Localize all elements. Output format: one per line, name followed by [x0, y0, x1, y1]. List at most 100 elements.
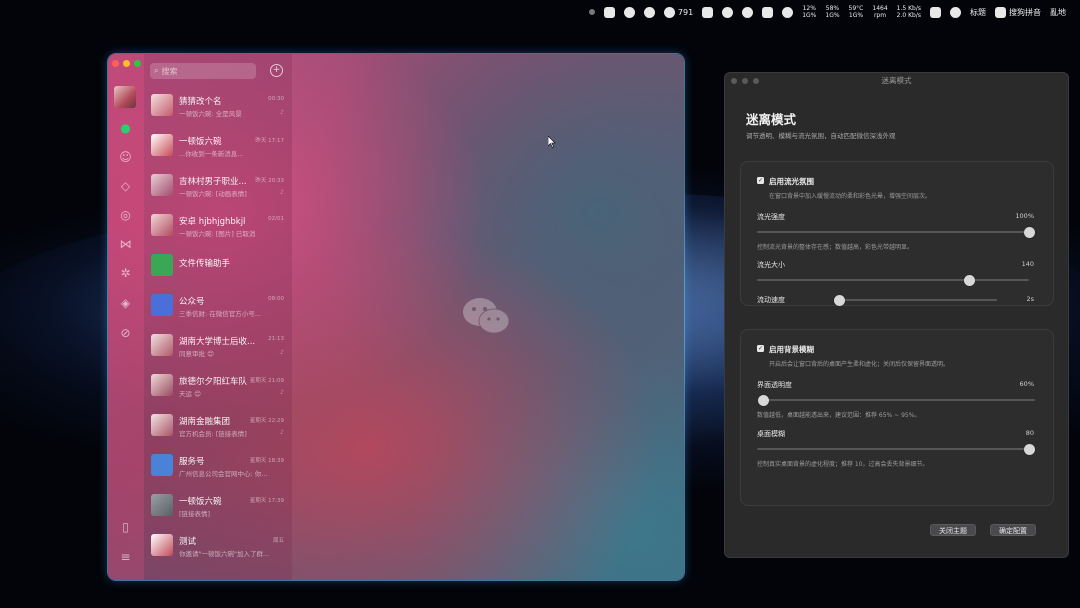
- service-accounts-icon: [151, 454, 173, 476]
- panel-subtitle: 调节透明、模糊与流光氛围，自动匹配微信深浅外观: [746, 132, 896, 140]
- minimize-window-button[interactable]: [123, 60, 130, 67]
- chat-avatar: [151, 134, 173, 156]
- chat-item[interactable]: 湖南金融集团 星期天 22:29 官方机会员: [链接表情] ♪: [144, 406, 292, 446]
- mute-icon: ♪: [280, 389, 284, 396]
- panel-window-controls: [731, 78, 759, 84]
- size-slider-thumb[interactable]: [963, 274, 975, 286]
- mute-icon: ♪: [280, 109, 284, 116]
- blur-section-title: 启用背景模糊: [769, 345, 814, 354]
- size-slider-track[interactable]: [757, 274, 1029, 286]
- dot-icon[interactable]: [588, 9, 595, 15]
- pen-icon[interactable]: [930, 6, 941, 18]
- panel-window-title: 迷离模式: [881, 76, 912, 85]
- play-icon[interactable]: [950, 6, 961, 18]
- size-label: 流光大小: [757, 261, 785, 269]
- enable-blur-checkbox[interactable]: ✓: [757, 345, 764, 352]
- chat-list: ⌕ + 猜猜改个名 00:30 一顿饭六碗: 全是风景 ♪ 一顿饭六碗 昨天 1…: [144, 54, 292, 580]
- chat-avatar: [151, 374, 173, 396]
- w-icon: [663, 6, 675, 18]
- chat-item[interactable]: 一顿饭六碗 星期天 17:39 [链接表情]: [144, 486, 292, 526]
- stat-memory[interactable]: 58% 1G%: [825, 5, 839, 19]
- intensity-desc: 控制流光背景的整体存在感；数值越高，彩色光带越明显。: [757, 244, 914, 251]
- chat-avatar: [151, 414, 173, 436]
- contacts-nav-icon[interactable]: ☺: [119, 151, 132, 164]
- size-value: 140: [1021, 260, 1034, 268]
- close-window-button[interactable]: [112, 60, 119, 67]
- input-method[interactable]: 搜狗拼音: [995, 6, 1041, 18]
- chat-item[interactable]: 公众号 08:00 三季信财: 在微信官方小号...: [144, 286, 292, 326]
- discover-nav-icon[interactable]: ⊘: [119, 327, 132, 340]
- chat-item[interactable]: 吉林村男子职业... 昨天 20:33 一顿饭六碗: [动画表情] ♪: [144, 166, 292, 206]
- chrome-icon[interactable]: [742, 6, 754, 18]
- chat-item[interactable]: 猜猜改个名 00:30 一顿饭六碗: 全是风景 ♪: [144, 86, 292, 126]
- phone-nav-icon[interactable]: ▯: [119, 521, 132, 534]
- blur-slider-track[interactable]: [757, 443, 1035, 455]
- intensity-slider-track[interactable]: [757, 226, 1035, 238]
- user-menu[interactable]: 亂地: [1050, 7, 1066, 18]
- chat-nav-icon[interactable]: ●: [119, 122, 132, 135]
- blur-mode-panel: 迷离模式 迷离模式 调节透明、模糊与流光氛围，自动匹配微信深浅外观 ✓ 启用流光…: [724, 72, 1069, 558]
- channels-nav-icon[interactable]: ⋈: [119, 238, 132, 251]
- opacity-slider-track[interactable]: [757, 394, 1035, 406]
- chat-avatar: [151, 534, 173, 556]
- search-box[interactable]: ⌕: [150, 63, 256, 79]
- chat-item[interactable]: 安卓 hjbhjghbkjl 02/01 一顿饭六碗: [图片] 已取消: [144, 206, 292, 246]
- opacity-slider-thumb[interactable]: [757, 394, 769, 406]
- glow-section-desc: 在窗口背景中加入缓慢流动的柔和彩色光晕，增强空间层次。: [769, 193, 932, 200]
- file-transfer-icon: [151, 254, 173, 276]
- status-text[interactable]: 标题: [970, 7, 986, 18]
- wechat-nav-bar: ● ☺ ◇ ◎ ⋈ ✲ ◈ ⊘ ▯ ≡: [108, 54, 144, 580]
- search-nav-icon[interactable]: ✲: [119, 267, 132, 280]
- chat-avatar: [151, 494, 173, 516]
- menu-nav-icon[interactable]: ≡: [119, 551, 132, 564]
- blur-settings-card: ✓ 启用背景模糊 开启后会让窗口背后的桌面产生柔和虚化；关闭后仅保留界面透明。 …: [740, 329, 1054, 506]
- zoom-window-button[interactable]: [134, 60, 141, 67]
- stat-fan[interactable]: 1464 rpm: [872, 5, 887, 19]
- cpu-indicator[interactable]: 791: [663, 6, 693, 18]
- confirm-config-button[interactable]: 确定配置: [990, 524, 1036, 536]
- moments-nav-icon[interactable]: ◎: [119, 209, 132, 222]
- menu-bar: 791 12% 1G% 58% 1G% 59°C 1G% 1464 rpm 1.5 Kb…: [0, 0, 1080, 24]
- enable-glow-checkbox[interactable]: ✓: [757, 177, 764, 184]
- stat-network[interactable]: 1.5 Kb/s 2.0 Kb/s: [897, 5, 921, 19]
- stat-cpu[interactable]: 12% 1G%: [802, 5, 816, 19]
- chat-item[interactable]: 一顿饭六碗 昨天 17:17 ...你收到一条新消息...: [144, 126, 292, 166]
- stat-temperature[interactable]: 59°C 1G%: [849, 5, 864, 19]
- chat-icon[interactable]: [782, 6, 794, 18]
- chat-item[interactable]: 服务号 星期天 18:39 广州信息公司会官网中心: 你...: [144, 446, 292, 486]
- mute-icon: ♪: [280, 349, 284, 356]
- panel-close-button[interactable]: [731, 78, 737, 84]
- panel-titlebar: 迷离模式: [725, 73, 1068, 89]
- search-input[interactable]: [161, 66, 232, 76]
- speed-slider-track[interactable]: [833, 294, 997, 306]
- blur-section-desc: 开启后会让窗口背后的桌面产生柔和虚化；关闭后仅保留界面透明。: [769, 361, 950, 368]
- chat-item[interactable]: 湖南大学博士后收... 21:13 同意审批 😊 ♪: [144, 326, 292, 366]
- favorites-nav-icon[interactable]: ◇: [119, 180, 132, 193]
- speed-label: 流动速度: [757, 296, 785, 304]
- speed-slider-thumb[interactable]: [833, 294, 845, 306]
- chat-item[interactable]: 旅德尔夕阳红车队 星期天 21:09 天运 😊 ♪: [144, 366, 292, 406]
- blur-slider-thumb[interactable]: [1023, 443, 1035, 455]
- glow-section-title: 启用流光氛围: [769, 177, 814, 186]
- scissors-icon[interactable]: [762, 6, 774, 18]
- window-controls: [112, 60, 141, 67]
- cat-icon[interactable]: [722, 6, 734, 18]
- opacity-value: 60%: [1019, 380, 1034, 388]
- blur-desc: 控制真实桌面背景的虚化程度；推荐 10，过高会丢失背景细节。: [757, 461, 929, 468]
- mini-program-nav-icon[interactable]: ◈: [119, 297, 132, 310]
- user-avatar[interactable]: [114, 86, 136, 108]
- grid-icon[interactable]: [603, 6, 615, 18]
- panel-zoom-button[interactable]: [753, 78, 759, 84]
- wechat-status-icon[interactable]: [623, 6, 635, 18]
- intensity-slider-thumb[interactable]: [1023, 226, 1035, 238]
- add-button[interactable]: +: [270, 64, 283, 77]
- chat-item[interactable]: 测试 周五 你邀请"一顿饭六碗"加入了群...: [144, 526, 292, 566]
- mute-icon: ♪: [280, 189, 284, 196]
- chat-item[interactable]: 文件传输助手: [144, 246, 292, 286]
- wechat-window: ● ☺ ◇ ◎ ⋈ ✲ ◈ ⊘ ▯ ≡ ⌕ + 猜猜改个名 00:30 一顿饭六…: [108, 54, 684, 580]
- chat-avatar: [151, 334, 173, 356]
- close-theme-button[interactable]: 关闭主题: [930, 524, 976, 536]
- panel-minimize-button[interactable]: [742, 78, 748, 84]
- layout-icon[interactable]: [702, 6, 714, 18]
- qq-icon[interactable]: [643, 6, 655, 18]
